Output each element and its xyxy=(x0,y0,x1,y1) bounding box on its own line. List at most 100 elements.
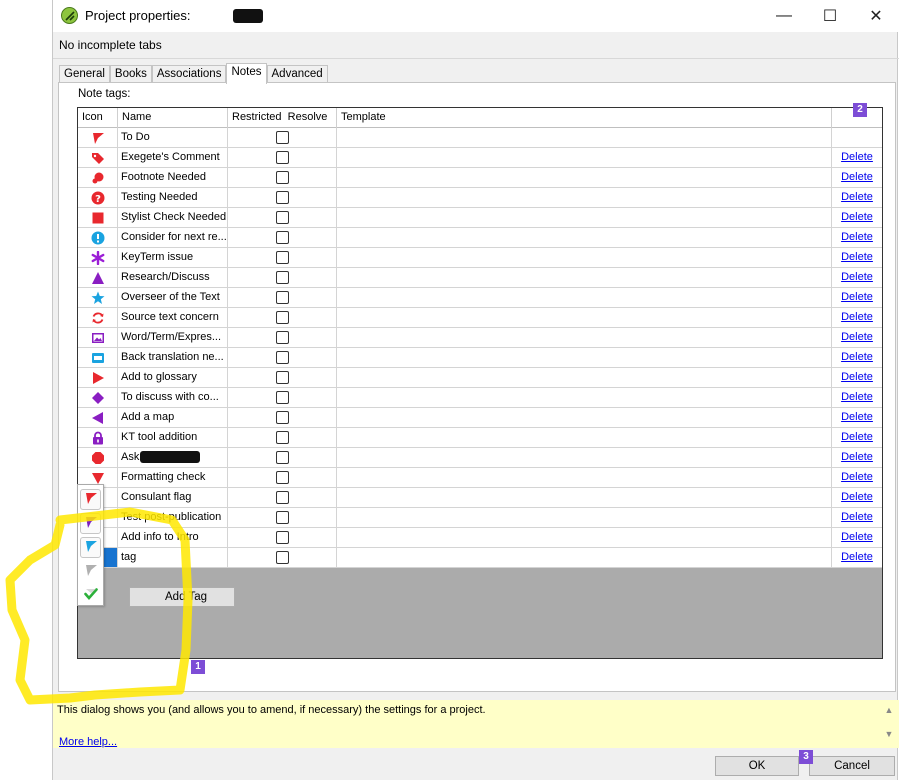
row-icon-cell[interactable] xyxy=(78,348,118,367)
restricted-checkbox[interactable] xyxy=(276,231,289,244)
cancel-button[interactable]: Cancel xyxy=(809,756,895,776)
help-scrollbar[interactable]: ▲ ▼ xyxy=(883,704,895,739)
restricted-checkbox[interactable] xyxy=(276,491,289,504)
restricted-checkbox[interactable] xyxy=(276,171,289,184)
icon-option[interactable] xyxy=(80,537,101,558)
row-name-cell[interactable]: Consulant flag xyxy=(118,488,228,507)
row-template-cell[interactable] xyxy=(337,128,832,147)
row-template-cell[interactable] xyxy=(337,448,832,467)
delete-link[interactable]: Delete xyxy=(841,211,873,223)
row-icon-cell[interactable] xyxy=(78,308,118,327)
delete-link[interactable]: Delete xyxy=(841,311,873,323)
row-icon-cell[interactable] xyxy=(78,408,118,427)
minimize-button[interactable]: — xyxy=(761,0,807,32)
table-row[interactable]: Consulant flag Delete xyxy=(78,488,882,508)
add-tag-button[interactable]: Add Tag xyxy=(129,587,235,607)
row-icon-cell[interactable] xyxy=(78,228,118,247)
row-name-cell[interactable]: Testing Needed xyxy=(118,188,228,207)
delete-link[interactable]: Delete xyxy=(841,411,873,423)
delete-link[interactable]: Delete xyxy=(841,491,873,503)
row-name-cell[interactable]: Overseer of the Text xyxy=(118,288,228,307)
table-row[interactable]: Add to glossary Delete xyxy=(78,368,882,388)
delete-link[interactable]: Delete xyxy=(841,451,873,463)
restricted-checkbox[interactable] xyxy=(276,251,289,264)
restricted-checkbox[interactable] xyxy=(276,451,289,464)
delete-link[interactable]: Delete xyxy=(841,291,873,303)
row-template-cell[interactable] xyxy=(337,508,832,527)
table-row[interactable]: Research/Discuss Delete xyxy=(78,268,882,288)
restricted-checkbox[interactable] xyxy=(276,311,289,324)
table-row[interactable]: Consider for next re... Delete xyxy=(78,228,882,248)
delete-link[interactable]: Delete xyxy=(841,371,873,383)
ok-button[interactable]: OK xyxy=(715,756,799,776)
row-icon-cell[interactable] xyxy=(78,148,118,167)
restricted-checkbox[interactable] xyxy=(276,351,289,364)
row-name-cell[interactable]: KT tool addition xyxy=(118,428,228,447)
row-name-cell[interactable]: Research/Discuss xyxy=(118,268,228,287)
icon-option[interactable] xyxy=(80,513,101,534)
row-name-cell[interactable]: Add a map xyxy=(118,408,228,427)
row-template-cell[interactable] xyxy=(337,308,832,327)
table-row[interactable]: ? Testing Needed Delete xyxy=(78,188,882,208)
row-icon-cell[interactable] xyxy=(78,288,118,307)
row-name-cell[interactable]: To discuss with co... xyxy=(118,388,228,407)
row-template-cell[interactable] xyxy=(337,228,832,247)
row-template-cell[interactable] xyxy=(337,408,832,427)
table-row[interactable]: Stylist Check Needed Delete xyxy=(78,208,882,228)
tab-notes[interactable]: Notes xyxy=(226,63,267,84)
row-template-cell[interactable] xyxy=(337,168,832,187)
close-button[interactable]: ✕ xyxy=(853,0,899,32)
table-row[interactable]: Footnote Needed Delete xyxy=(78,168,882,188)
restricted-checkbox[interactable] xyxy=(276,271,289,284)
row-icon-cell[interactable]: ? xyxy=(78,188,118,207)
row-template-cell[interactable] xyxy=(337,368,832,387)
column-header-template[interactable]: Template xyxy=(337,108,832,128)
table-row[interactable]: Formatting check Delete xyxy=(78,468,882,488)
column-header-name[interactable]: Name xyxy=(118,108,228,128)
icon-option[interactable] xyxy=(80,585,101,606)
restricted-checkbox[interactable] xyxy=(276,211,289,224)
more-help-link[interactable]: More help... xyxy=(59,736,117,748)
delete-link[interactable]: Delete xyxy=(841,231,873,243)
delete-link[interactable]: Delete xyxy=(841,531,873,543)
row-template-cell[interactable] xyxy=(337,348,832,367)
row-name-cell[interactable]: Word/Term/Expres... xyxy=(118,328,228,347)
restricted-checkbox[interactable] xyxy=(276,371,289,384)
row-template-cell[interactable] xyxy=(337,268,832,287)
delete-link[interactable]: Delete xyxy=(841,551,873,563)
restricted-checkbox[interactable] xyxy=(276,511,289,524)
table-row[interactable]: Add a map Delete xyxy=(78,408,882,428)
restricted-checkbox[interactable] xyxy=(276,431,289,444)
delete-link[interactable]: Delete xyxy=(841,511,873,523)
row-template-cell[interactable] xyxy=(337,208,832,227)
column-header-restricted-resolve[interactable]: Restricted Resolve xyxy=(228,108,337,128)
row-icon-cell[interactable] xyxy=(78,388,118,407)
table-row[interactable]: Back translation ne... Delete xyxy=(78,348,882,368)
row-template-cell[interactable] xyxy=(337,328,832,347)
row-template-cell[interactable] xyxy=(337,468,832,487)
restricted-checkbox[interactable] xyxy=(276,551,289,564)
maximize-button[interactable]: ☐ xyxy=(807,0,853,32)
table-row[interactable]: Add info to Intro Delete xyxy=(78,528,882,548)
restricted-checkbox[interactable] xyxy=(276,411,289,424)
delete-link[interactable]: Delete xyxy=(841,431,873,443)
table-row[interactable]: KeyTerm issue Delete xyxy=(78,248,882,268)
row-template-cell[interactable] xyxy=(337,388,832,407)
row-icon-cell[interactable] xyxy=(78,128,118,147)
delete-link[interactable]: Delete xyxy=(841,151,873,163)
row-name-cell[interactable]: Ask xyxy=(118,448,228,467)
row-template-cell[interactable] xyxy=(337,528,832,547)
row-icon-cell[interactable] xyxy=(78,268,118,287)
row-name-cell[interactable]: Add info to Intro xyxy=(118,528,228,547)
row-name-cell[interactable]: Back translation ne... xyxy=(118,348,228,367)
table-row[interactable]: tag Delete xyxy=(78,548,882,568)
restricted-checkbox[interactable] xyxy=(276,151,289,164)
icon-option[interactable] xyxy=(80,561,101,582)
delete-link[interactable]: Delete xyxy=(841,351,873,363)
row-icon-cell[interactable] xyxy=(78,428,118,447)
delete-link[interactable]: Delete xyxy=(841,331,873,343)
row-template-cell[interactable] xyxy=(337,188,832,207)
row-template-cell[interactable] xyxy=(337,428,832,447)
delete-link[interactable]: Delete xyxy=(841,471,873,483)
table-row[interactable]: Word/Term/Expres... Delete xyxy=(78,328,882,348)
